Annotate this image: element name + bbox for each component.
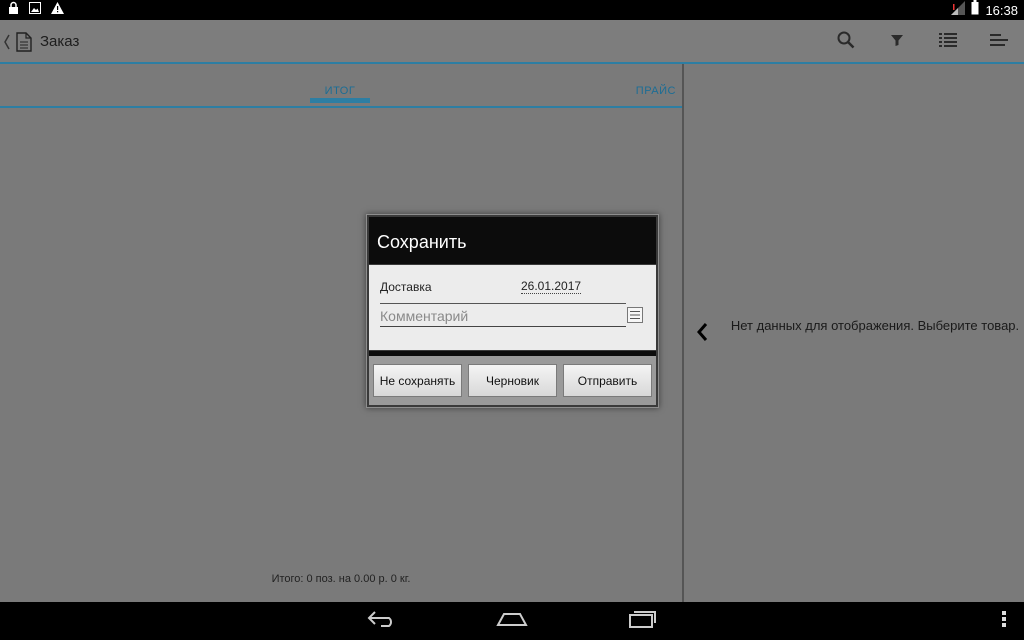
sort-icon: [989, 33, 1008, 51]
status-bar-left: [8, 1, 64, 19]
status-time: 16:38: [985, 2, 1018, 18]
sort-button[interactable]: [973, 20, 1024, 64]
details-pane: Нет данных для отображения. Выберите тов…: [684, 64, 1024, 602]
nav-back-button[interactable]: [352, 606, 412, 636]
send-button[interactable]: Отправить: [563, 364, 652, 397]
save-dialog: Сохранить Доставка 26.01.2017 Не сохраня…: [366, 214, 659, 408]
status-bar: 16:38: [0, 0, 1024, 20]
dialog-title: Сохранить: [377, 232, 467, 252]
tab-price[interactable]: ПРАЙС: [636, 85, 676, 97]
search-icon: [837, 31, 855, 54]
overflow-menu-icon: [1002, 610, 1006, 632]
dont-save-button[interactable]: Не сохранять: [373, 364, 462, 397]
dialog-body: Доставка 26.01.2017: [369, 265, 656, 350]
home-icon: [496, 611, 528, 632]
document-icon[interactable]: [16, 32, 32, 57]
order-total: Итого: 0 поз. на 0.00 р. 0 кг.: [271, 573, 411, 585]
search-button[interactable]: [820, 20, 871, 64]
comment-list-picker-icon[interactable]: [627, 307, 643, 323]
filter-button[interactable]: [871, 20, 922, 64]
lock-icon: [8, 1, 19, 19]
action-bar: Заказ: [0, 20, 1024, 64]
back-chevron-icon[interactable]: [3, 32, 11, 57]
draft-button[interactable]: Черновик: [468, 364, 557, 397]
tab-itog[interactable]: ИТОГ: [310, 85, 370, 97]
dialog-title-bar: Сохранить: [369, 217, 656, 264]
list-icon: [938, 32, 957, 52]
list-button[interactable]: [922, 20, 973, 64]
tab-indicator: [310, 98, 370, 103]
battery-icon: [971, 0, 979, 20]
nav-menu-button[interactable]: [974, 606, 1024, 636]
image-icon: [29, 1, 41, 19]
comment-divider: [380, 303, 626, 304]
comment-input[interactable]: [380, 306, 626, 327]
action-bar-actions: [820, 20, 1024, 64]
nav-home-button[interactable]: [482, 606, 542, 636]
nav-recents-button[interactable]: [612, 606, 672, 636]
back-arrow-icon: [367, 610, 397, 633]
signal-icon: [951, 0, 966, 20]
empty-state-message: Нет данных для отображения. Выберите тов…: [730, 318, 1020, 333]
screen-title: Заказ: [40, 33, 80, 50]
delivery-date-field[interactable]: 26.01.2017: [521, 280, 582, 294]
status-bar-right: 16:38: [951, 0, 1018, 20]
chevron-left-icon[interactable]: [696, 322, 708, 347]
delivery-label: Доставка: [380, 280, 432, 294]
filter-icon: [890, 33, 904, 52]
recent-apps-icon: [628, 610, 656, 633]
warning-icon: [51, 1, 64, 19]
dialog-button-row: Не сохранять Черновик Отправить: [369, 356, 656, 405]
tab-bar: ИТОГ ПРАЙС: [0, 64, 682, 108]
navigation-bar: [0, 602, 1024, 640]
